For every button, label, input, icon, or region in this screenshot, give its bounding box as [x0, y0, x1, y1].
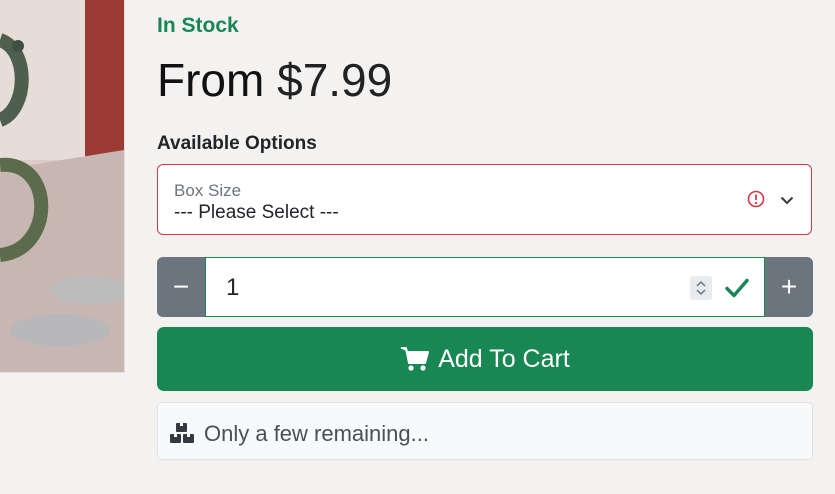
- error-icon: [747, 190, 765, 208]
- decrement-button[interactable]: −: [157, 257, 205, 317]
- box-size-label: Box Size: [174, 181, 242, 200]
- add-to-cart-button[interactable]: Add To Cart: [157, 327, 813, 391]
- product-price: From $7.99: [157, 52, 392, 108]
- box-size-value: --- Please Select ---: [174, 202, 339, 223]
- box-size-select[interactable]: Box Size --- Please Select ---: [157, 164, 812, 235]
- price-amount: $7.99: [277, 54, 393, 106]
- product-image[interactable]: [0, 0, 125, 373]
- quantity-value: 1: [226, 274, 240, 301]
- stock-status: In Stock: [157, 14, 239, 37]
- increment-button[interactable]: +: [765, 257, 813, 317]
- quantity-stepper: − 1 +: [157, 257, 813, 317]
- chevron-down-icon: [780, 196, 794, 205]
- stock-note-text: Only a few remaining...: [204, 421, 429, 446]
- options-heading: Available Options: [157, 133, 317, 154]
- shopping-cart-icon: [401, 347, 430, 371]
- stock-note: Only a few remaining...: [157, 402, 813, 460]
- checkmark-icon: [725, 278, 749, 298]
- quantity-input[interactable]: 1: [205, 257, 765, 317]
- add-to-cart-label: Add To Cart: [438, 344, 570, 373]
- price-prefix: From: [157, 54, 265, 106]
- boxes-icon: [170, 423, 194, 443]
- spinner-arrows-icon[interactable]: [690, 276, 712, 300]
